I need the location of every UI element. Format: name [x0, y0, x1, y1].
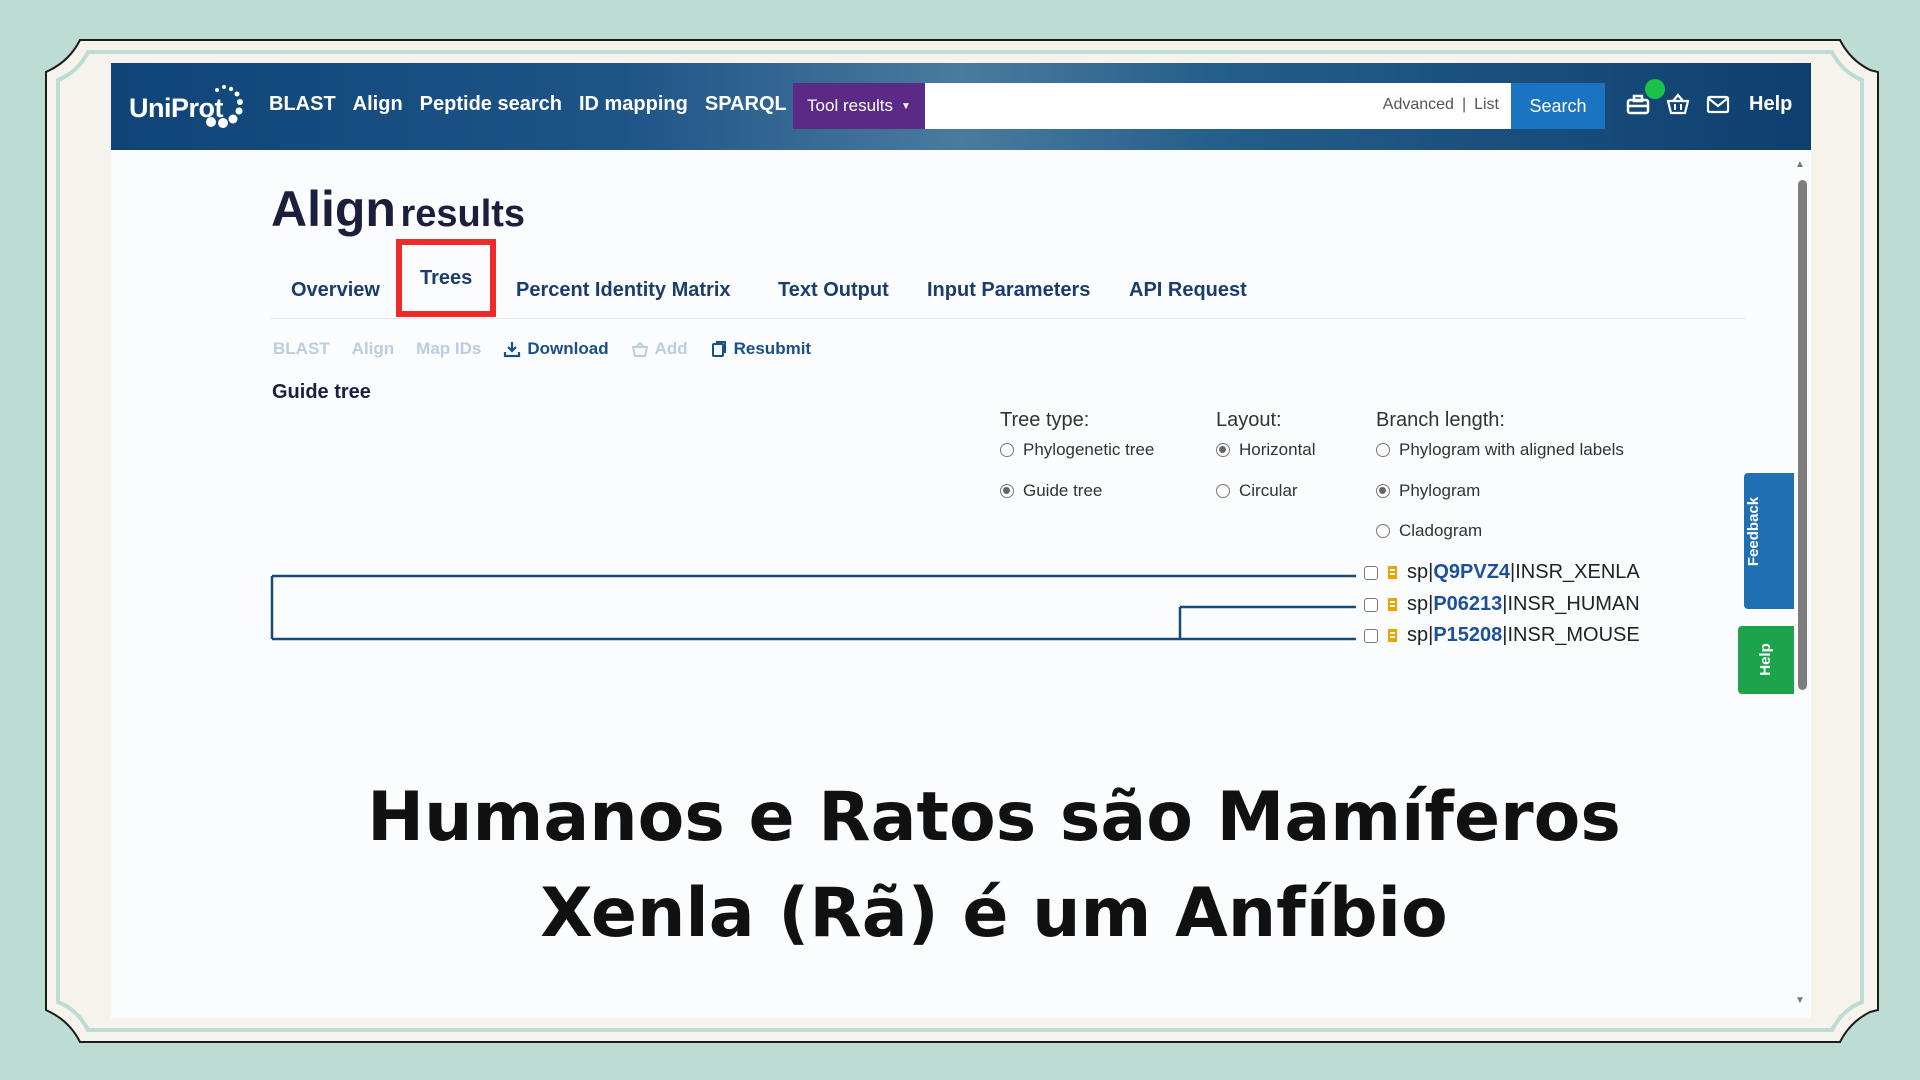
leaf-checkbox[interactable] — [1364, 628, 1378, 643]
leaf-checkbox[interactable] — [1364, 597, 1378, 612]
tree-leaf: sp|Q9PVZ4|INSR_XENLA — [1364, 561, 1640, 584]
leaf-label: sp|Q9PVZ4|INSR_XENLA — [1407, 561, 1640, 584]
leaf-db: sp| — [1407, 593, 1434, 615]
reviewed-icon — [1388, 629, 1397, 642]
help-side-tab[interactable]: Help — [1738, 626, 1794, 694]
feedback-side-tab[interactable]: Feedback — [1744, 473, 1794, 609]
leaf-accession-link[interactable]: P15208 — [1433, 624, 1502, 646]
feedback-label: Feedback — [1745, 496, 1763, 567]
leaf-accession-link[interactable]: P06213 — [1433, 593, 1502, 615]
scroll-up-icon[interactable]: ▲ — [1795, 159, 1805, 170]
scrollbar-thumb[interactable] — [1798, 180, 1807, 690]
reviewed-icon — [1388, 566, 1397, 579]
leaf-accession-link[interactable]: Q9PVZ4 — [1433, 561, 1510, 583]
tree-branch-mammals — [1178, 605, 1356, 641]
leaf-db: sp| — [1407, 561, 1434, 583]
caption-line-1: Humanos e Ratos são Mamíferos — [367, 778, 1621, 857]
leaf-db: sp| — [1407, 624, 1434, 646]
tree-leaf: sp|P06213|INSR_HUMAN — [1364, 593, 1640, 616]
leaf-name: |INSR_MOUSE — [1502, 624, 1640, 646]
help-side-label: Help — [1756, 643, 1774, 676]
leaf-name: |INSR_XENLA — [1510, 561, 1640, 583]
reviewed-icon — [1388, 598, 1397, 611]
leaf-label: sp|P06213|INSR_HUMAN — [1407, 593, 1640, 616]
caption-line-2: Xenla (Rã) é um Anfíbio — [540, 874, 1448, 953]
leaf-label: sp|P15208|INSR_MOUSE — [1407, 624, 1640, 647]
leaf-checkbox[interactable] — [1364, 565, 1378, 580]
scroll-down-icon[interactable]: ▼ — [1795, 995, 1805, 1006]
video-caption: Humanos e Ratos são Mamíferos Xenla (Rã)… — [0, 770, 1920, 962]
tree-leaf: sp|P15208|INSR_MOUSE — [1364, 624, 1640, 647]
leaf-name: |INSR_HUMAN — [1502, 593, 1640, 615]
